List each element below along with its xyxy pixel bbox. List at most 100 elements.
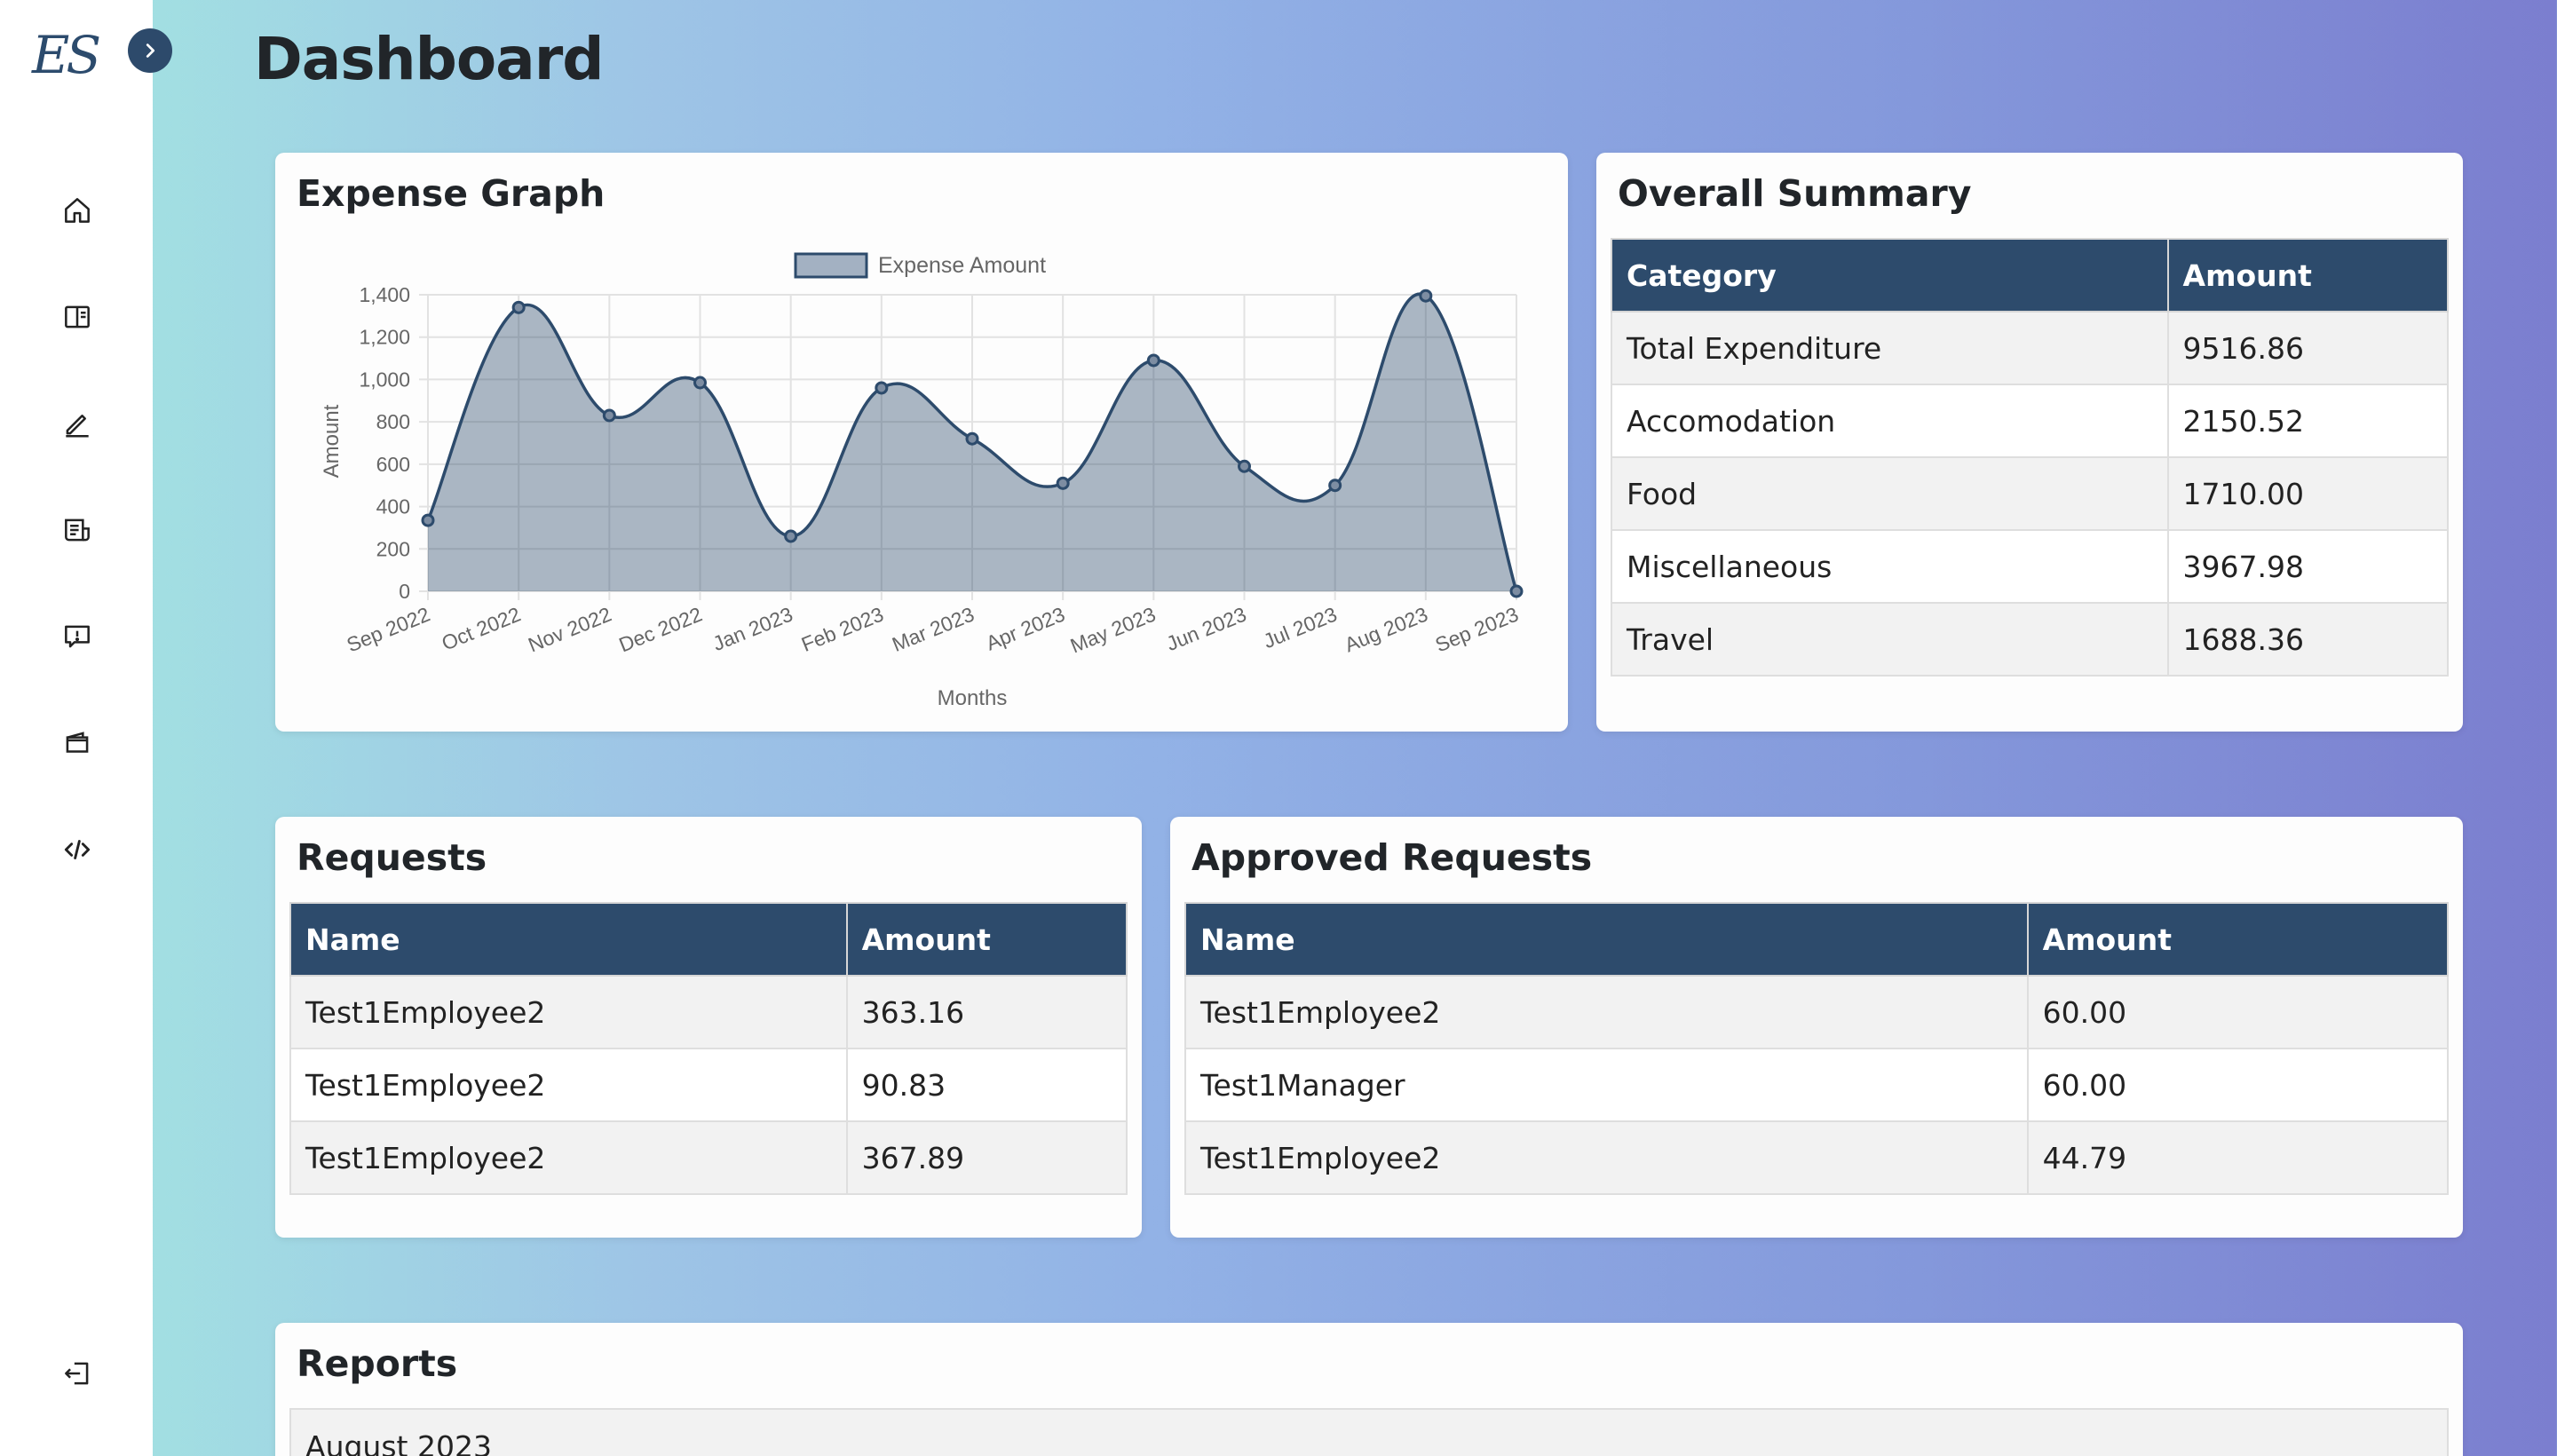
category-cell: Total Expenditure bbox=[1611, 311, 2169, 385]
y-tick-label: 1,400 bbox=[359, 283, 410, 306]
table-row: Travel 1688.36 bbox=[1611, 602, 2450, 677]
name-cell: Test1Employee2 bbox=[289, 1048, 848, 1122]
receipt-icon[interactable] bbox=[55, 508, 99, 552]
data-point[interactable] bbox=[1328, 479, 1342, 493]
approved-requests-card: Approved Requests Name Amount Test1Emplo… bbox=[1170, 817, 2463, 1238]
column-header-amount: Amount bbox=[2166, 238, 2450, 313]
column-header-amount: Amount bbox=[2026, 902, 2450, 977]
table-row: Miscellaneous 3967.98 bbox=[1611, 529, 2450, 604]
table-row[interactable]: Test1Employee2 367.89 bbox=[289, 1120, 1128, 1195]
report-month-cell: August 2023 bbox=[289, 1408, 2449, 1456]
chevron-right-icon bbox=[146, 44, 155, 58]
table-row: Total Expenditure 9516.86 bbox=[1611, 311, 2450, 385]
approved-requests-title: Approved Requests bbox=[1191, 836, 1593, 879]
book-icon[interactable] bbox=[55, 295, 99, 339]
amount-cell: 90.83 bbox=[845, 1048, 1128, 1122]
x-tick-label: Jun 2023 bbox=[1163, 603, 1249, 656]
amount-cell: 2150.52 bbox=[2166, 384, 2450, 458]
x-tick-label: Dec 2022 bbox=[615, 603, 705, 657]
table-row: Food 1710.00 bbox=[1611, 456, 2450, 531]
amount-cell: 44.79 bbox=[2026, 1120, 2450, 1195]
data-point[interactable] bbox=[693, 376, 707, 390]
requests-title: Requests bbox=[297, 836, 487, 879]
x-tick-label: Jan 2023 bbox=[709, 603, 796, 656]
column-header-category: Category bbox=[1611, 238, 2169, 313]
reports-table: August 2023 bbox=[289, 1408, 2449, 1456]
y-tick-label: 400 bbox=[376, 495, 410, 518]
amount-cell: 3967.98 bbox=[2166, 529, 2450, 604]
home-icon[interactable] bbox=[55, 188, 99, 233]
data-point[interactable] bbox=[875, 381, 889, 395]
data-point[interactable] bbox=[1056, 476, 1070, 490]
category-cell: Accomodation bbox=[1611, 384, 2169, 458]
category-cell: Travel bbox=[1611, 602, 2169, 677]
expense-chart: Expense Amount 0 200 400 600 800 1,000 1,200 1,… bbox=[320, 252, 1524, 710]
data-point[interactable] bbox=[511, 300, 526, 314]
x-axis-label: Months bbox=[938, 686, 1008, 710]
logout-icon[interactable] bbox=[55, 1351, 99, 1396]
x-tick-label: Nov 2022 bbox=[525, 603, 614, 657]
app-logo[interactable]: ES bbox=[32, 25, 121, 85]
category-cell: Food bbox=[1611, 456, 2169, 531]
sidebar: ES bbox=[0, 0, 153, 1456]
x-tick-label: Sep 2023 bbox=[1432, 603, 1522, 657]
data-point[interactable] bbox=[421, 513, 435, 527]
name-cell: Test1Employee2 bbox=[289, 1120, 848, 1195]
reports-title: Reports bbox=[297, 1342, 458, 1385]
amount-cell: 60.00 bbox=[2026, 975, 2450, 1049]
y-tick-label: 200 bbox=[376, 537, 410, 560]
requests-table: Name Amount Test1Employee2 363.16 Test1Em… bbox=[289, 902, 1128, 1195]
amount-cell: 367.89 bbox=[845, 1120, 1128, 1195]
pencil-icon[interactable] bbox=[55, 401, 99, 446]
amount-cell: 1710.00 bbox=[2166, 456, 2450, 531]
name-cell: Test1Employee2 bbox=[289, 975, 848, 1049]
page-title: Dashboard bbox=[254, 25, 605, 93]
data-point[interactable] bbox=[1146, 353, 1160, 368]
data-point[interactable] bbox=[1238, 459, 1251, 473]
name-cell: Test1Employee2 bbox=[1184, 975, 2029, 1049]
column-header-name: Name bbox=[1184, 902, 2029, 977]
code-icon[interactable] bbox=[55, 827, 99, 872]
x-tick-label: Sep 2022 bbox=[344, 603, 433, 657]
y-tick-label: 1,200 bbox=[359, 326, 410, 349]
data-point[interactable] bbox=[1419, 289, 1433, 303]
table-row[interactable]: Test1Employee2 90.83 bbox=[289, 1048, 1128, 1122]
data-point[interactable] bbox=[602, 408, 616, 423]
data-point[interactable] bbox=[784, 529, 798, 543]
data-point[interactable] bbox=[1509, 584, 1524, 598]
column-header-name: Name bbox=[289, 902, 848, 977]
overall-summary-title: Overall Summary bbox=[1618, 172, 1972, 215]
column-header-amount: Amount bbox=[845, 902, 1128, 977]
category-cell: Miscellaneous bbox=[1611, 529, 2169, 604]
legend-swatch[interactable] bbox=[794, 252, 868, 279]
table-row[interactable]: Test1Employee2 60.00 bbox=[1184, 975, 2450, 1049]
x-tick-label: Aug 2023 bbox=[1342, 603, 1431, 657]
y-tick-label: 800 bbox=[376, 410, 410, 433]
expense-graph-card: Expense Graph Expense Amount 0 200 400 600 8… bbox=[275, 153, 1568, 732]
table-row[interactable]: Test1Manager 60.00 bbox=[1184, 1048, 2450, 1122]
table-row[interactable]: August 2023 bbox=[289, 1408, 2449, 1456]
name-cell: Test1Manager bbox=[1184, 1048, 2029, 1122]
y-tick-label: 600 bbox=[376, 453, 410, 476]
x-tick-label: Apr 2023 bbox=[983, 603, 1068, 655]
table-row[interactable]: Test1Employee2 363.16 bbox=[289, 975, 1128, 1049]
x-tick-label: Jul 2023 bbox=[1260, 603, 1340, 653]
x-tick-label: Feb 2023 bbox=[798, 603, 887, 657]
data-point[interactable] bbox=[965, 431, 979, 446]
report-alert-icon[interactable] bbox=[55, 614, 99, 659]
amount-cell: 1688.36 bbox=[2166, 602, 2450, 677]
y-tick-label: 1,000 bbox=[359, 368, 410, 391]
y-tick-label: 0 bbox=[399, 580, 410, 603]
table-row[interactable]: Test1Employee2 44.79 bbox=[1184, 1120, 2450, 1195]
y-axis-label: Amount bbox=[320, 404, 344, 478]
overall-summary-table: Category Amount Total Expenditure 9516.86… bbox=[1611, 238, 2450, 677]
name-cell: Test1Employee2 bbox=[1184, 1120, 2029, 1195]
approved-requests-table: Name Amount Test1Employee2 60.00 Test1Man… bbox=[1184, 902, 2450, 1195]
sidebar-toggle-button[interactable] bbox=[128, 28, 172, 73]
amount-cell: 60.00 bbox=[2026, 1048, 2450, 1122]
table-row: Accomodation 2150.52 bbox=[1611, 384, 2450, 458]
reports-card: Reports August 2023 bbox=[275, 1323, 2463, 1456]
x-tick-label: May 2023 bbox=[1067, 603, 1159, 658]
legend-label[interactable]: Expense Amount bbox=[878, 253, 1046, 278]
wallet-icon[interactable] bbox=[55, 721, 99, 765]
